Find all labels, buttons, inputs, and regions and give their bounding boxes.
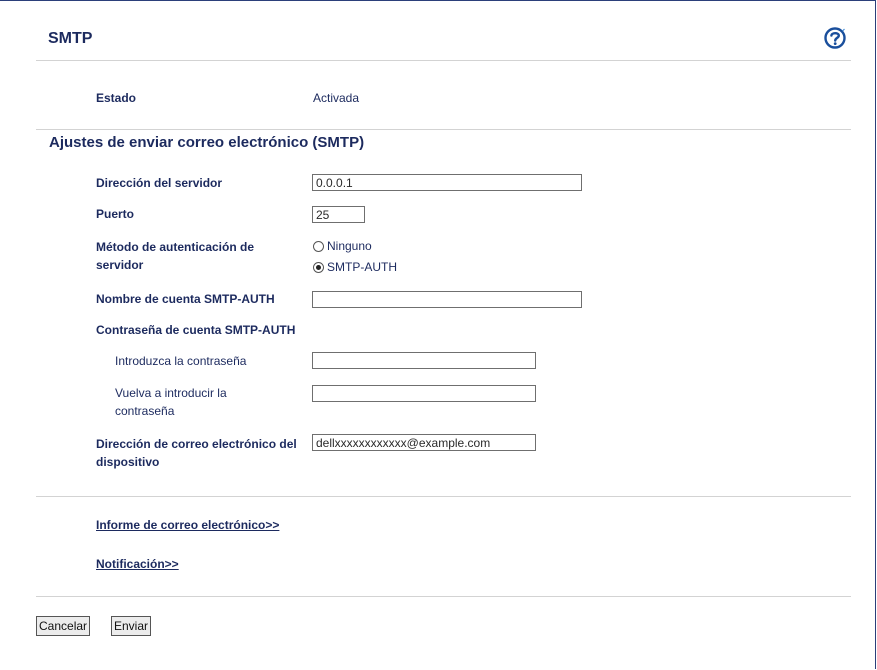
- help-question-icon[interactable]: [824, 27, 846, 49]
- divider: [36, 596, 851, 597]
- account-name-input[interactable]: [312, 291, 582, 308]
- divider: [36, 496, 851, 497]
- port-input[interactable]: [312, 206, 365, 223]
- radio-option-label: Ninguno: [327, 239, 372, 253]
- divider: [36, 60, 851, 61]
- device-email-label: Dirección de correo electrónico del disp…: [96, 437, 297, 469]
- radio-checked-icon[interactable]: [313, 261, 324, 273]
- submit-button[interactable]: Enviar: [111, 616, 152, 636]
- device-email-input[interactable]: [312, 434, 536, 451]
- section-title: Ajustes de enviar correo electrónico (SM…: [49, 134, 365, 151]
- server-address-input[interactable]: [312, 174, 582, 191]
- account-name-label: Nombre de cuenta SMTP-AUTH: [96, 292, 275, 306]
- password-input[interactable]: [312, 352, 536, 369]
- radio-option-smtp-auth[interactable]: SMTP-AUTH: [313, 260, 397, 274]
- status-value: Activada: [313, 91, 360, 105]
- port-label: Puerto: [96, 207, 135, 221]
- radio-option-none[interactable]: Ninguno: [313, 239, 372, 253]
- email-report-link[interactable]: Informe de correo electrónico>>: [96, 518, 279, 532]
- status-label: Estado: [96, 91, 137, 105]
- divider: [36, 129, 851, 130]
- notification-link[interactable]: Notificación>>: [96, 557, 179, 571]
- server-address-label: Dirección del servidor: [96, 176, 223, 190]
- password-group-label: Contraseña de cuenta SMTP-AUTH: [96, 323, 296, 337]
- cancel-button[interactable]: Cancelar: [36, 616, 91, 636]
- password-confirm-input[interactable]: [312, 385, 536, 402]
- auth-method-label: Método de autenticación de servidor: [96, 240, 255, 272]
- radio-option-label: SMTP-AUTH: [327, 260, 397, 274]
- password-label: Introduzca la contraseña: [115, 354, 247, 368]
- radio-unchecked-icon[interactable]: [313, 240, 324, 252]
- password-confirm-label: Vuelva a introducir la contraseña: [115, 386, 227, 418]
- page-title: SMTP: [48, 30, 93, 47]
